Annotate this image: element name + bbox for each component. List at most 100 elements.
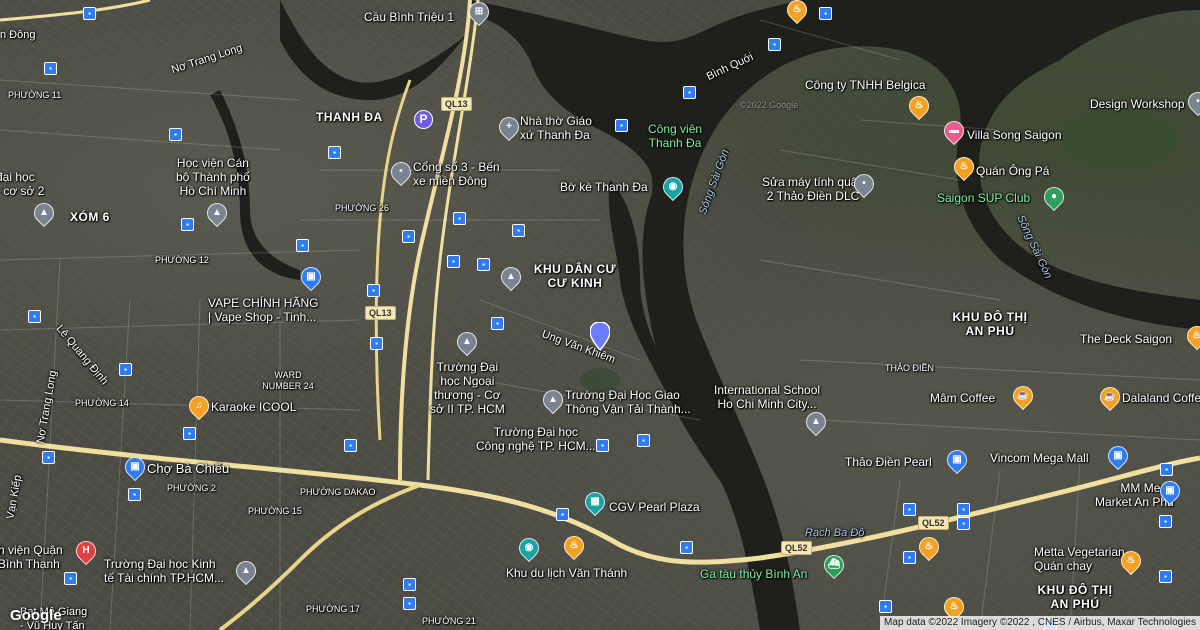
bus-stop-icon[interactable]: ▪ [402,230,415,243]
bus-stop-icon[interactable]: ▪ [680,541,693,554]
bus-stop-icon[interactable]: ▪ [83,7,96,20]
bus-stop-icon[interactable]: ▪ [1159,570,1172,583]
area-khu-do-thi-an-phu: KHU ĐÔ THỊ AN PHÚ [952,310,1028,338]
bus-stop-icon[interactable]: ▪ [28,310,41,323]
parking-icon[interactable]: P [414,110,433,129]
google-watermark: ©2022 Google [740,100,799,110]
ql13-alt [374,79,412,441]
poi-truong-ngoai-thuong[interactable]: Trường Đại học Ngoại thương - Cơ sở II T… [430,360,505,416]
ward-14: PHƯỜNG 14 [75,398,129,408]
bus-stop-icon[interactable]: ▪ [477,258,490,271]
bus-stop-icon[interactable]: ▪ [119,363,132,376]
selected-location-pin-icon[interactable] [590,322,610,350]
satellite-map[interactable]: THANH ĐA KHU DÂN CƯ CƯ KINH XÓM 6 KHU ĐÔ… [0,0,1200,630]
ql13-shield-2: QL13 [365,306,396,320]
poi-mam-coffee[interactable]: Mâm Coffee [930,391,995,405]
ward-26: PHƯỜNG 26 [335,203,389,213]
bus-stop-icon[interactable]: ▪ [296,239,309,252]
poi-sua-may-tinh[interactable]: Sửa máy tính quận 2 Thảo Điền DLC [762,175,864,203]
poi-cau-binh-trieu[interactable]: Cầu Bình Triệu 1 [364,10,454,24]
ward-24: WARD NUMBER 24 [262,370,314,391]
bus-stop-icon[interactable]: ▪ [556,508,569,521]
bus-stop-icon[interactable]: ▪ [957,517,970,530]
bus-stop-icon[interactable]: ▪ [1160,463,1173,476]
area-thao-dien: THẢO ĐIỀN [885,363,935,373]
rach-ba-do: Rạch Ba Độ [805,527,865,539]
poi-karaoke[interactable]: Karaoke ICOOL [211,400,296,414]
poi-intl-school[interactable]: International School Ho Chi Minh City... [714,383,820,411]
area-xom-6: XÓM 6 [70,210,110,224]
poi-khu-du-lich[interactable]: Khu du lịch Văn Thánh [506,566,627,580]
bus-stop-icon[interactable]: ▪ [42,451,55,464]
poi-belgica[interactable]: Công ty TNHH Belgica [805,78,926,92]
bus-stop-icon[interactable]: ▪ [344,439,357,452]
bus-stop-icon[interactable]: ▪ [615,119,628,132]
poi-metta[interactable]: Metta Vegetarian Quán chay [1034,545,1125,573]
poi-dai-hoc-left[interactable]: đại học - cơ sở 2 [0,170,44,198]
area-khu-do-thi-an-phu-2: KHU ĐÔ THỊ AN PHÚ [1037,583,1113,611]
bus-stop-icon[interactable]: ▪ [44,62,57,75]
area-khu-dan-cu: KHU DÂN CƯ CƯ KINH [533,262,617,290]
ward-2: PHƯỜNG 2 [167,483,216,493]
poi-cong-vien[interactable]: Công viên Thanh Đa [648,122,702,150]
bus-stop-icon[interactable]: ▪ [596,439,609,452]
area-thanh-da: THANH ĐA [316,110,383,124]
bus-stop-icon[interactable]: ▪ [403,597,416,610]
bus-stop-icon[interactable]: ▪ [768,38,781,51]
ward-15: PHƯỜNG 15 [248,506,302,516]
bus-stop-icon[interactable]: ▪ [637,434,650,447]
bus-stop-icon[interactable]: ▪ [1159,515,1172,528]
bus-stop-icon[interactable]: ▪ [819,7,832,20]
google-logo[interactable]: Google [10,607,62,624]
ql52-shield: QL52 [918,516,949,530]
bus-stop-icon[interactable]: ▪ [447,255,460,268]
bus-stop-icon[interactable]: ▪ [64,572,77,585]
bus-stop-icon[interactable]: ▪ [328,146,341,159]
bus-stop-icon[interactable]: ▪ [367,284,380,297]
map-attribution[interactable]: Map data ©2022 Imagery ©2022 , CNES / Ai… [880,616,1200,630]
ward-21: PHƯỜNG 21 [422,616,476,626]
poi-benh-vien[interactable]: h viện Quận Bình Thạnh [0,543,63,571]
bus-stop-icon[interactable]: ▪ [957,503,970,516]
poi-cgv[interactable]: CGV Pearl Plaza [609,500,700,514]
green-area-2 [1060,110,1180,170]
ward-17: PHƯỜNG 17 [306,604,360,614]
poi-bo-ke[interactable]: Bờ kè Thanh Đa [560,180,648,194]
poi-dalaland[interactable]: Dalaland Coffee [1122,391,1200,405]
poi-design-workshop[interactable]: Design Workshop [1090,97,1185,111]
bus-stop-icon[interactable]: ▪ [453,212,466,225]
bus-stop-icon[interactable]: ▪ [183,427,196,440]
bus-stop-icon[interactable]: ▪ [169,128,182,141]
poi-villa-song[interactable]: Villa Song Saigon [967,128,1062,142]
bus-stop-icon[interactable]: ▪ [903,503,916,516]
poi-vincom[interactable]: Vincom Mega Mall [990,451,1088,465]
poi-truong-cong-nghe[interactable]: Trường Đại học Công nghệ TP. HCM... [476,425,596,453]
poi-vape[interactable]: VAPE CHÍNH HÃNG | Vape Shop - Tinh... [208,296,318,324]
ward-dakao: PHƯỜNG DAKAO [300,487,376,497]
bus-stop-icon[interactable]: ▪ [491,317,504,330]
poi-truong-gtvt[interactable]: Trường Đại Học Giao Thông Vận Tải Thành.… [565,388,691,416]
bus-stop-icon[interactable]: ▪ [683,86,696,99]
bus-stop-icon[interactable]: ▪ [879,600,892,613]
poi-saigon-sup[interactable]: Saigon SUP Club [937,191,1030,205]
ward-12: PHƯỜNG 12 [155,255,209,265]
ward-11: PHƯỜNG 11 [8,90,62,100]
bus-stop-icon[interactable]: ▪ [512,224,525,237]
local-road-1 [0,0,151,22]
poi-truong-kinh-te[interactable]: Trường Đại học Kinh tế Tài chính TP.HCM.… [104,557,224,585]
ql52-shield-2: QL52 [781,541,812,555]
poi-cho-ba-chieu[interactable]: Chợ Bà Chiểu [147,462,229,476]
poi-cong-so-3[interactable]: Cổng số 3 - Bến xe miền Đông [413,160,500,188]
poi-hoc-vien[interactable]: Học viện Cán bộ Thành phố Hồ Chí Minh [176,156,250,198]
bus-stop-icon[interactable]: ▪ [370,337,383,350]
poi-ga-tau[interactable]: Ga tàu thủy Bình An [700,567,807,581]
bus-stop-icon[interactable]: ▪ [128,488,141,501]
bus-stop-icon[interactable]: ▪ [403,578,416,591]
poi-thao-dien-pearl[interactable]: Thảo Điền Pearl [845,455,932,469]
bus-stop-icon[interactable]: ▪ [903,551,916,564]
poi-nha-tho[interactable]: Nhà thờ Giáo xứ Thanh Đa [520,114,592,142]
street-binh-dong: n Đông [0,29,36,41]
poi-deck-saigon[interactable]: The Deck Saigon [1080,332,1172,346]
bus-stop-icon[interactable]: ▪ [181,218,194,231]
poi-quan-ong-pa[interactable]: Quán Ông Pá [976,164,1049,178]
